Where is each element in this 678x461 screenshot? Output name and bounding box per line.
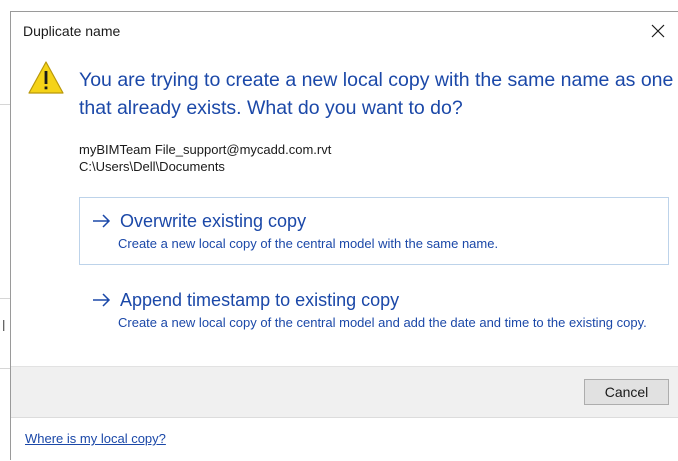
option-description: Create a new local copy of the central m… [118,236,499,251]
append-timestamp-option[interactable]: Append timestamp to existing copy Create… [79,276,669,358]
option-heading: Overwrite existing copy [92,209,658,233]
dialog-footer: Where is my local copy? [11,418,678,461]
option-title: Append timestamp to existing copy [120,290,400,310]
close-button[interactable] [638,12,678,50]
duplicate-name-dialog: Duplicate name You are trying to create … [10,11,678,461]
warning-icon [28,61,64,94]
local-copy-help-link[interactable]: Where is my local copy? [25,431,166,446]
arrow-right-icon [93,214,111,228]
cancel-button[interactable]: Cancel [584,379,669,405]
background-divider [0,368,10,369]
background-divider [0,298,10,299]
option-title: Overwrite existing copy [120,211,307,231]
file-name: myBIMTeam File_support@mycadd.com.rvt [79,142,332,157]
option-heading: Append timestamp to existing copy [92,288,658,312]
background-partial-text: l [2,318,6,335]
overwrite-option[interactable]: Overwrite existing copy Create a new loc… [79,197,669,265]
file-info: myBIMTeam File_support@mycadd.com.rvt C:… [79,141,331,175]
dialog-title: Duplicate name [23,23,121,39]
option-description: Create a new local copy of the central m… [118,315,647,330]
background-divider [0,104,10,105]
button-bar: Cancel [11,366,678,418]
close-icon [651,24,665,38]
arrow-right-icon [93,293,111,307]
dialog-titlebar: Duplicate name [11,12,678,50]
main-instruction: You are trying to create a new local cop… [79,69,674,119]
file-path: C:\Users\Dell\Documents [79,159,225,174]
